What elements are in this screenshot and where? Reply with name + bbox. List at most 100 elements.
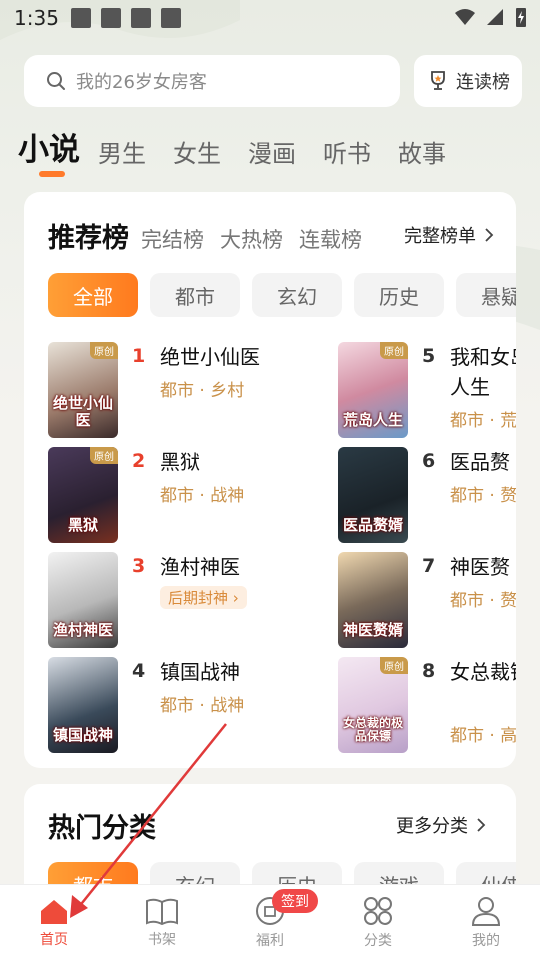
chip-urban[interactable]: 都市 [150, 273, 240, 317]
tab-novel[interactable]: 小说 [18, 124, 80, 169]
rank-number: 2 [132, 450, 146, 472]
checkin-badge: 签到 [272, 889, 318, 913]
book-cover: 原创 绝世小仙医 [48, 342, 118, 438]
tab-comic[interactable]: 漫画 [248, 134, 296, 169]
original-badge: 原创 [380, 657, 408, 674]
book-open-icon [146, 898, 178, 925]
search-bar[interactable]: 我的26岁女房客 [24, 55, 400, 107]
nav-welfare[interactable]: 福利 签到 [216, 885, 324, 960]
tab-story[interactable]: 故事 [398, 134, 446, 169]
hot-categories-title: 热门分类 [48, 813, 156, 844]
user-icon [471, 896, 501, 926]
nav-home[interactable]: 首页 [0, 885, 108, 960]
book-cover: 镇国战神 [48, 657, 118, 753]
book-cover: 原创 女总裁的极品保镖 [338, 657, 408, 753]
book-tags: 都市 · 战神 [160, 486, 245, 506]
book-item[interactable]: 医品赘婿 6 医品赘 都市 · 赘 [338, 447, 516, 545]
full-rank-link[interactable]: 完整榜单 [404, 222, 494, 248]
nav-profile-label: 我的 [472, 932, 500, 949]
book-item[interactable]: 原创 绝世小仙医 1 绝世小仙医 都市 · 乡村 [48, 342, 318, 440]
cover-title: 女总裁的极品保镖 [342, 715, 403, 743]
book-info: 3 渔村神医 后期封神 › [132, 552, 318, 650]
bottom-nav: 首页 书架 福利 签到 分类 我的 [0, 884, 540, 960]
nav-home-label: 首页 [40, 931, 68, 948]
tab-hot-rank[interactable]: 大热榜 [220, 224, 283, 254]
book-info: 6 医品赘 都市 · 赘 [422, 447, 516, 545]
book-title: 渔村神医 [160, 555, 240, 579]
book-item[interactable]: 渔村神医 3 渔村神医 后期封神 › [48, 552, 318, 650]
tab-completed-rank[interactable]: 完结榜 [141, 224, 204, 254]
signal-icon [487, 9, 503, 25]
home-icon [41, 899, 67, 924]
book-item[interactable]: 镇国战神 4 镇国战神 都市 · 战神 [48, 657, 318, 755]
book-info: 2 黑狱 都市 · 战神 [132, 447, 318, 545]
nav-category-label: 分类 [364, 932, 392, 949]
gallery-icon [70, 8, 91, 28]
rank-number: 6 [422, 450, 436, 472]
tab-audiobook[interactable]: 听书 [323, 134, 371, 169]
nav-welfare-label: 福利 [256, 932, 284, 949]
book-item[interactable]: 原创 荒岛人生 5 我和女岛人生 都市 · 荒 [338, 342, 516, 440]
genre-chips: 全部 都市 玄幻 历史 悬疑 [48, 273, 516, 317]
book-title: 我和女岛人生 [450, 345, 516, 399]
original-badge: 原创 [90, 342, 118, 359]
category-nav: 小说 男生 女生 漫画 听书 故事 [18, 124, 473, 169]
book-info: 7 神医赘 都市 · 赘 [422, 552, 516, 650]
cover-title: 医品赘婿 [342, 515, 403, 534]
continuous-reading-rank-button[interactable]: 连读榜 [414, 55, 522, 107]
battery-icon [516, 8, 526, 27]
book-cover: 神医赘婿 [338, 552, 408, 648]
rank-number: 5 [422, 345, 436, 367]
chip-fantasy[interactable]: 玄幻 [252, 273, 342, 317]
book-title: 神医赘 [450, 555, 510, 579]
original-badge: 原创 [380, 342, 408, 359]
book-tags: 都市 · 赘 [450, 486, 516, 506]
nav-bookshelf-label: 书架 [148, 931, 176, 948]
more-categories-link[interactable]: 更多分类 [396, 812, 486, 838]
status-time: 1:35 [14, 6, 59, 30]
more-categories-label: 更多分类 [396, 816, 468, 837]
book-info: 1 绝世小仙医 都市 · 乡村 [132, 342, 318, 440]
notification-icon-2 [130, 8, 151, 28]
book-item[interactable]: 神医赘婿 7 神医赘 都市 · 赘 [338, 552, 516, 650]
wifi-icon [455, 9, 475, 25]
book-item[interactable]: 原创 黑狱 2 黑狱 都市 · 战神 [48, 447, 318, 545]
search-placeholder: 我的26岁女房客 [76, 72, 207, 93]
cover-title: 渔村神医 [52, 620, 113, 639]
chip-suspense[interactable]: 悬疑 [456, 273, 516, 317]
grid-icon [364, 896, 392, 925]
book-tag-pill[interactable]: 后期封神 › [160, 586, 247, 609]
trophy-icon [431, 71, 445, 90]
nav-bookshelf[interactable]: 书架 [108, 885, 216, 960]
chip-all[interactable]: 全部 [48, 273, 138, 317]
tab-female[interactable]: 女生 [173, 134, 221, 169]
original-badge: 原创 [90, 447, 118, 464]
book-tags: 都市 · 赘 [450, 591, 516, 611]
active-tab-indicator [39, 171, 65, 177]
chip-history[interactable]: 历史 [354, 273, 444, 317]
book-title: 绝世小仙医 [160, 345, 260, 369]
search-icon [47, 72, 65, 90]
book-item[interactable]: 原创 女总裁的极品保镖 8 女总裁镖 都市 · 高 [338, 657, 516, 755]
notification-icon [100, 8, 121, 28]
chevron-right-icon [485, 228, 494, 242]
rank-number: 1 [132, 345, 146, 367]
tab-male[interactable]: 男生 [98, 134, 146, 169]
book-title: 黑狱 [160, 450, 200, 474]
cover-title: 绝世小仙医 [52, 394, 113, 429]
tab-recommend-rank[interactable]: 推荐榜 [48, 216, 129, 255]
rank-button-label: 连读榜 [456, 72, 510, 93]
font-icon [160, 8, 181, 28]
book-tags: 都市 · 荒 [450, 411, 516, 431]
nav-category[interactable]: 分类 [324, 885, 432, 960]
nav-profile[interactable]: 我的 [432, 885, 540, 960]
rank-number: 3 [132, 555, 146, 577]
rank-number: 7 [422, 555, 436, 577]
cover-title: 神医赘婿 [342, 620, 403, 639]
tab-serial-rank[interactable]: 连载榜 [299, 224, 362, 254]
book-title: 医品赘 [450, 450, 510, 474]
book-title: 镇国战神 [160, 660, 240, 684]
rank-number: 8 [422, 660, 436, 682]
book-cover: 原创 荒岛人生 [338, 342, 408, 438]
book-info: 8 女总裁镖 都市 · 高 [422, 657, 516, 755]
